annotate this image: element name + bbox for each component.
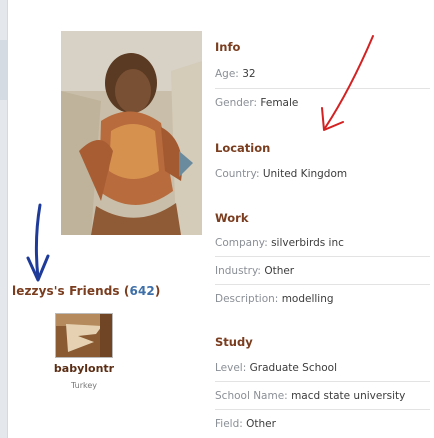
field-label: Field: [215, 418, 243, 430]
friends-count: 642 [129, 284, 155, 298]
friends-title-prefix: lezzys's Friends ( [12, 284, 130, 298]
red-arrow-annotation [321, 35, 374, 131]
description-label: Description: [215, 293, 279, 305]
gender-value: Female [260, 97, 299, 109]
friend-avatar[interactable] [55, 313, 113, 358]
left-strip-tab[interactable] [0, 40, 7, 100]
field-row: Field: Other [215, 418, 276, 430]
level-label: Level: [215, 362, 247, 374]
work-section-title: Work [215, 211, 249, 225]
company-label: Company: [215, 237, 268, 249]
divider [215, 88, 430, 89]
description-row: Description: modelling [215, 293, 334, 305]
info-section-title: Info [215, 40, 241, 54]
gender-label: Gender: [215, 97, 258, 109]
friends-title[interactable]: lezzys's Friends (642) [12, 284, 160, 298]
description-value: modelling [281, 293, 334, 305]
school-row: School Name: macd state university [215, 390, 405, 402]
location-section-title: Location [215, 141, 271, 155]
company-row: Company: silverbirds inc [215, 237, 344, 249]
company-value: silverbirds inc [271, 237, 344, 249]
blue-arrow-annotation [26, 203, 50, 282]
divider [215, 256, 430, 257]
gender-row: Gender: Female [215, 97, 298, 109]
divider [215, 381, 430, 382]
friend-avatar-image [56, 314, 112, 357]
country-row: Country: United Kingdom [215, 168, 347, 180]
study-section-title: Study [215, 335, 253, 349]
profile-photo-image [61, 31, 202, 235]
industry-value: Other [264, 265, 295, 277]
left-scroll-strip [0, 0, 8, 438]
country-label: Country: [215, 168, 260, 180]
school-label: School Name: [215, 390, 288, 402]
industry-row: Industry: Other [215, 265, 294, 277]
divider [215, 409, 430, 410]
friend-name[interactable]: babylontr [36, 362, 132, 375]
level-row: Level: Graduate School [215, 362, 337, 374]
industry-label: Industry: [215, 265, 261, 277]
country-value: United Kingdom [262, 168, 348, 180]
profile-photo[interactable] [61, 31, 202, 235]
age-label: Age: [215, 68, 239, 80]
friend-country: Turkey [70, 381, 98, 390]
age-value: 32 [242, 68, 256, 80]
friends-title-suffix: ) [154, 284, 161, 298]
age-row: Age: 32 [215, 68, 256, 80]
divider [215, 284, 430, 285]
school-value: macd state university [291, 390, 406, 402]
level-value: Graduate School [249, 362, 338, 374]
field-value: Other [246, 418, 276, 430]
